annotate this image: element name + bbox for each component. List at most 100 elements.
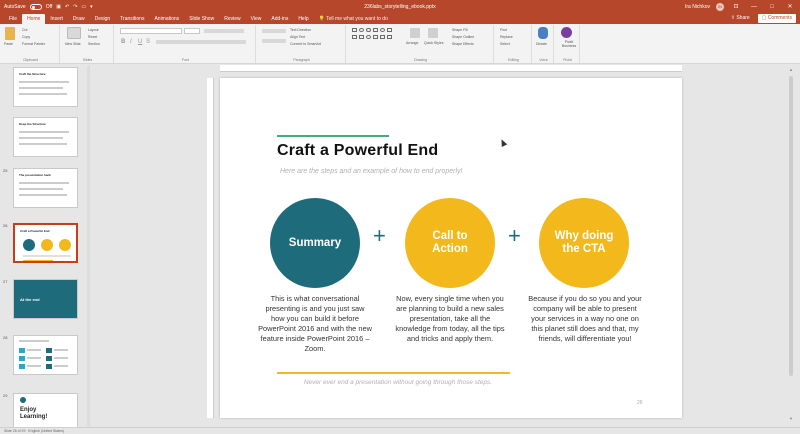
summary-circle[interactable]: Summary — [270, 198, 360, 288]
ribbon-display-options-icon[interactable]: ⊡ — [730, 3, 742, 10]
arrange-icon[interactable] — [410, 28, 420, 38]
tab-file[interactable]: File — [4, 14, 22, 24]
minimize-icon[interactable]: — — [748, 4, 760, 10]
autosave-toggle[interactable] — [29, 3, 42, 10]
slide-thumbnail[interactable]: At the end — [13, 279, 78, 319]
comments-button[interactable]: ▢ Comments — [757, 14, 796, 23]
scroll-down-icon[interactable]: ▼ — [789, 416, 793, 421]
font-size-box[interactable] — [184, 28, 200, 34]
why-cta-circle[interactable]: Why doing the CTA — [539, 198, 629, 288]
slide-thumbnail[interactable]: Craft the Structure — [13, 67, 78, 107]
quick-styles-button[interactable]: Quick Styles — [424, 41, 444, 45]
shape-effects-button[interactable]: Shape Effects — [452, 42, 474, 46]
new-slide-icon[interactable] — [67, 27, 81, 39]
language-indicator[interactable]: English (United States) — [28, 429, 64, 433]
replace-button[interactable]: Replace — [500, 35, 513, 39]
tab-review[interactable]: Review — [219, 14, 245, 24]
tab-transitions[interactable]: Transitions — [115, 14, 149, 24]
more-shapes-icon[interactable] — [387, 35, 392, 39]
shadow-icon[interactable]: S — [146, 39, 150, 45]
star-shape-icon[interactable] — [373, 35, 378, 39]
copy-button[interactable]: Copy — [22, 35, 30, 39]
oval-shape-icon[interactable] — [359, 28, 364, 32]
cut-button[interactable]: Cut — [22, 28, 27, 32]
close-icon[interactable]: ✕ — [784, 3, 796, 10]
slide-thumbnail[interactable] — [13, 335, 78, 375]
undo-icon[interactable]: ↶ — [65, 4, 69, 10]
triangle-shape-icon[interactable] — [352, 35, 357, 39]
slide-scrollbar[interactable]: ▲ ▼ — [786, 66, 796, 426]
line-shape-icon[interactable] — [359, 35, 364, 39]
bold-icon[interactable]: B — [121, 39, 125, 45]
tab-design[interactable]: Design — [90, 14, 116, 24]
rectangle-shape-icon[interactable] — [352, 28, 357, 32]
slide-canvas[interactable]: Craft a Powerful End Here are the steps … — [220, 78, 682, 418]
tell-me-search[interactable]: 💡 Tell me what you want to do — [314, 14, 393, 24]
tab-insert[interactable]: Insert — [45, 14, 68, 24]
brace-shape-icon[interactable] — [380, 35, 385, 39]
maximize-icon[interactable]: □ — [766, 4, 778, 10]
textbox-shape-icon[interactable] — [373, 28, 378, 32]
slide-thumbnail[interactable]: Craft a Powerful End — [13, 223, 78, 263]
text-direction-button[interactable]: Text Direction — [290, 28, 311, 32]
convert-smartart-button[interactable]: Convert to SmartArt — [290, 42, 321, 46]
section-button[interactable]: Section — [88, 42, 100, 46]
tab-view[interactable]: View — [246, 14, 267, 24]
tab-slide-show[interactable]: Slide Show — [184, 14, 219, 24]
slide-thumbnail[interactable]: Keep the Structure — [13, 117, 78, 157]
pickit-icon[interactable] — [561, 27, 572, 38]
new-slide-button[interactable]: New Slide — [65, 42, 85, 46]
underline-icon[interactable]: U — [138, 39, 142, 45]
why-cta-description[interactable]: Because if you do so you and your compan… — [528, 294, 642, 344]
share-button[interactable]: ⇪ Share — [727, 14, 754, 23]
font-format-controls[interactable] — [156, 40, 246, 44]
shape-fill-button[interactable]: Shape Fill — [452, 28, 468, 32]
call-to-action-description[interactable]: Now, every single time when you are plan… — [393, 294, 507, 344]
slide-title[interactable]: Craft a Powerful End — [277, 142, 438, 160]
tab-animations[interactable]: Animations — [149, 14, 184, 24]
font-name-box[interactable] — [120, 28, 182, 34]
tab-draw[interactable]: Draw — [68, 14, 90, 24]
tab-add-ins[interactable]: Add-ins — [266, 14, 293, 24]
font-size-controls[interactable] — [204, 29, 244, 33]
thumbnail-text-line — [54, 357, 68, 359]
layout-button[interactable]: Layout — [88, 28, 99, 32]
align-text-button[interactable]: Align Text — [290, 35, 305, 39]
shape-outline-button[interactable]: Shape Outline — [452, 35, 474, 39]
tab-home[interactable]: Home — [22, 14, 46, 24]
quick-styles-icon[interactable] — [428, 28, 438, 38]
arrange-button[interactable]: Arrange — [406, 41, 418, 45]
slide-thumbnail[interactable]: Enjoy Learning! — [13, 393, 78, 427]
paste-icon[interactable] — [5, 27, 15, 40]
format-painter-button[interactable]: Format Painter — [22, 42, 45, 46]
thumbnail-scrollbar[interactable] — [87, 66, 90, 426]
circle-shape-icon[interactable] — [380, 28, 385, 32]
italic-icon[interactable]: I — [130, 39, 132, 45]
summary-description[interactable]: This is what conversational presenting i… — [258, 294, 372, 353]
select-button[interactable]: Select — [500, 42, 510, 46]
pickit-business-button[interactable]: PickIt Business — [558, 40, 580, 48]
reset-button[interactable]: Reset — [88, 35, 97, 39]
tab-help[interactable]: Help — [293, 14, 313, 24]
slide-footer-text[interactable]: Never ever end a presentation without go… — [278, 379, 518, 386]
paste-button[interactable]: Paste — [4, 42, 13, 46]
customize-toolbar-icon[interactable]: ▾ — [90, 4, 93, 10]
redo-icon[interactable]: ↷ — [73, 4, 77, 10]
find-button[interactable]: Find — [500, 28, 507, 32]
scrollbar-thumb[interactable] — [789, 76, 793, 376]
slide-subtitle[interactable]: Here are the steps and an example of how… — [280, 168, 463, 175]
avatar[interactable]: IN — [716, 2, 724, 11]
dictate-button[interactable]: Dictate — [536, 42, 547, 46]
rounded-rect-shape-icon[interactable] — [366, 28, 371, 32]
bullets-controls[interactable] — [262, 29, 286, 33]
slideshow-start-icon[interactable]: ▭ — [81, 4, 86, 10]
slide-thumbnail[interactable]: The presentation hack — [13, 168, 78, 208]
curve-shape-icon[interactable] — [366, 35, 371, 39]
call-to-action-circle[interactable]: Call to Action — [405, 198, 495, 288]
slide-thumbnail-pane[interactable]: Craft the Structure Keep the Structure 25 T… — [0, 65, 90, 427]
scroll-up-icon[interactable]: ▲ — [789, 67, 793, 72]
save-icon[interactable]: ▣ — [56, 4, 61, 10]
alignment-controls[interactable] — [262, 39, 286, 43]
arrow-shape-icon[interactable] — [387, 28, 392, 32]
microphone-icon[interactable] — [538, 27, 548, 39]
